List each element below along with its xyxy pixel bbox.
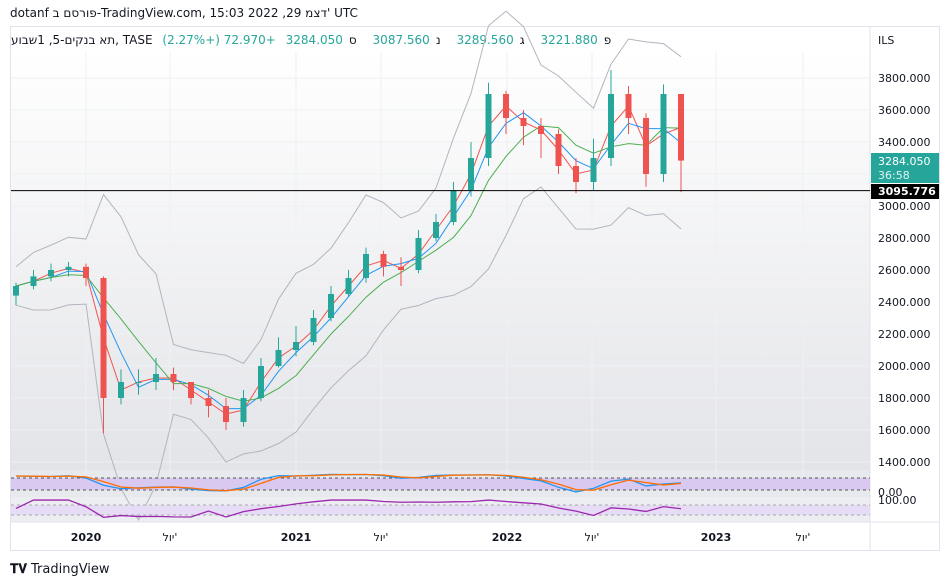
candle-body [65, 266, 72, 270]
candle-body [345, 278, 352, 294]
time-tick: יול' [585, 531, 600, 544]
candle-body [468, 158, 474, 190]
last-price: 3284.050 [878, 155, 931, 168]
candle-body [415, 238, 422, 270]
candle-body [660, 94, 667, 174]
candle-body [363, 254, 369, 278]
currency-label: ILS [878, 34, 894, 47]
candle-body [135, 382, 142, 383]
candle-body [275, 350, 282, 366]
candle-body [170, 374, 177, 382]
candle-body [205, 398, 212, 406]
price-tick: 3800.000 [878, 72, 931, 85]
rsi-band [11, 505, 870, 515]
main-pane-bg [11, 52, 870, 470]
candle-body [118, 382, 124, 398]
candle-body [555, 134, 562, 166]
candle-body [240, 398, 247, 422]
candle-body [450, 190, 457, 222]
time-tick: 2020 [71, 531, 102, 544]
rsi-high-label: 100.00 [878, 494, 917, 507]
candle-body [48, 270, 54, 277]
price-tick: 2400.000 [878, 296, 931, 309]
candle-body [678, 94, 684, 161]
candle-body [433, 222, 439, 238]
time-tick: יול' [163, 531, 178, 544]
price-tick: 2000.000 [878, 360, 931, 373]
candle-body [608, 94, 614, 158]
hline-price: 3095.776 [878, 185, 936, 198]
time-tick: יול' [796, 531, 811, 544]
candle-body [398, 266, 404, 270]
price-tick: 3400.000 [878, 136, 931, 149]
price-tick: 1600.000 [878, 424, 931, 437]
candle-body [625, 94, 632, 118]
candle-body [328, 294, 334, 318]
footer-brand: TradingView [31, 562, 110, 577]
candle-body [380, 254, 387, 267]
price-tick: 3600.000 [878, 104, 931, 117]
candle-body [310, 318, 317, 342]
price-tick: 3000.000 [878, 200, 931, 213]
price-tick: 2800.000 [878, 232, 931, 245]
candle-body [188, 382, 194, 398]
price-tick: 2600.000 [878, 264, 931, 277]
candle-body [30, 276, 37, 286]
candle-body [520, 118, 527, 126]
candle-body [100, 278, 107, 398]
candle-body [293, 342, 299, 350]
bar-countdown: 36:58 [878, 169, 910, 182]
time-tick: 2021 [281, 531, 312, 544]
candle-body [13, 286, 19, 296]
time-tick: 2023 [701, 531, 732, 544]
candle-body [83, 266, 89, 278]
tv-logo-icon: 𝐓𝐕 [10, 562, 27, 577]
candle-body [223, 406, 229, 422]
candle-body [538, 126, 544, 134]
time-tick: יול' [374, 531, 389, 544]
candle-body [573, 166, 579, 182]
candle-body [590, 158, 597, 182]
candle-body [503, 94, 509, 118]
candle-body [643, 118, 649, 174]
price-chart[interactable]: 3800.0003600.0003400.0003200.0003000.000… [0, 0, 950, 587]
time-tick: 2022 [492, 531, 523, 544]
candle-body [153, 374, 159, 382]
price-tick: 1800.000 [878, 392, 931, 405]
price-tick: 1400.000 [878, 456, 931, 469]
candle-body [258, 366, 264, 398]
candle-body [485, 94, 492, 158]
tradingview-logo[interactable]: 𝐓𝐕 TradingView [10, 562, 110, 577]
price-tick: 2200.000 [878, 328, 931, 341]
